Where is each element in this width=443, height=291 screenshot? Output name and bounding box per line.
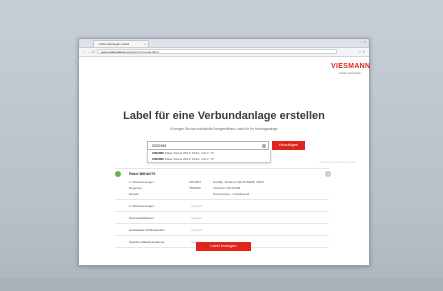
optional-row-label: Speicher-Wassererwärmer [129, 240, 165, 244]
browser-window: Verbundanlagen-Label × – × ← → C www.hea… [78, 38, 370, 266]
tab-close-icon[interactable]: × [144, 41, 146, 47]
url-path: /de/composed-label [132, 50, 159, 54]
search-hint: Artikelnummer oder Paketnummer [319, 161, 356, 164]
tab-title: Verbundanlagen-Label [99, 42, 130, 46]
remove-icon[interactable]: × [325, 171, 331, 177]
browser-tools-icon[interactable]: ☆ ≡ [358, 49, 365, 54]
row-desc: Gerätlg. Vitodens 200-W B2HB, 19kW [213, 180, 264, 184]
search-input[interactable]: Z002965 × [147, 141, 269, 150]
search-suggestions: Z002965 Paket Vitosol 200-F SV2A, 4.5m²,… [147, 150, 271, 163]
suggestion-code: Z002965 [152, 151, 164, 155]
back-icon[interactable]: ← [82, 49, 86, 55]
suggestion-text: Paket Vitosol 200-F SV2A, 4.5m², TV [164, 151, 215, 155]
row-desc: Vitotronic 200 HO1B [213, 186, 241, 190]
brand-logo: VIESMANN [331, 63, 371, 70]
generate-label-button[interactable]: Label erzeugen [196, 242, 251, 251]
window-controls[interactable]: – × [360, 39, 366, 44]
page-title: Label für eine Verbundanlage erstellen [123, 110, 325, 122]
row-label: Einsatz [129, 192, 139, 196]
check-icon [115, 171, 121, 177]
browser-tab-bar: Verbundanlagen-Label × – × [79, 39, 369, 48]
reload-icon[interactable]: C [92, 49, 95, 55]
page-subtitle: Erzeugen Sie das individuelle Energieeff… [170, 127, 278, 131]
optional-row-value[interactable]: optional [191, 228, 202, 232]
divider [115, 235, 329, 236]
divider [115, 168, 329, 169]
row-label: 1. Wärmeerzeuger [129, 180, 154, 184]
browser-tab[interactable]: Verbundanlagen-Label × [93, 40, 149, 47]
optional-row-value[interactable]: optional [191, 216, 202, 220]
suggestion-code: Z002966 [152, 157, 164, 161]
optional-row-label: Heizwasser-Pufferspeicher [129, 228, 165, 232]
optional-row-label: Sonnenkollektoren [129, 216, 154, 220]
add-button[interactable]: Hinzufügen [272, 141, 305, 150]
url-domain: www.heatinglabels.com [101, 50, 133, 54]
suggestion-item[interactable]: Z002966 Paket Vitosol 200-F SV2A, 4.5m²,… [148, 156, 270, 162]
optional-row-value[interactable]: optional [191, 204, 202, 208]
clear-icon[interactable]: × [262, 144, 266, 148]
divider [115, 199, 329, 200]
address-bar: ← → C www.heatinglabels.com/de/composed-… [79, 48, 369, 57]
row-code: 7502000 [189, 186, 201, 190]
row-label: Regelung [129, 186, 142, 190]
divider [115, 223, 329, 224]
package-name: Paket B8HA075 [129, 172, 156, 176]
search-value: Z002965 [152, 144, 167, 148]
brand-tagline: climate of innovation [339, 72, 361, 75]
row-desc: Sonnenhaus - modulierend [213, 192, 250, 196]
forward-icon[interactable]: → [87, 49, 91, 55]
url-input[interactable]: www.heatinglabels.com/de/composed-label [97, 49, 337, 54]
optional-row-label: 2. Wärmeerzeuger [129, 204, 154, 208]
suggestion-text: Paket Vitosol 200-F SV2A, 4.5m², TV [164, 157, 215, 161]
row-code: Z014664 [189, 180, 201, 184]
divider [115, 211, 329, 212]
desktop-bottom-strip [0, 278, 443, 291]
